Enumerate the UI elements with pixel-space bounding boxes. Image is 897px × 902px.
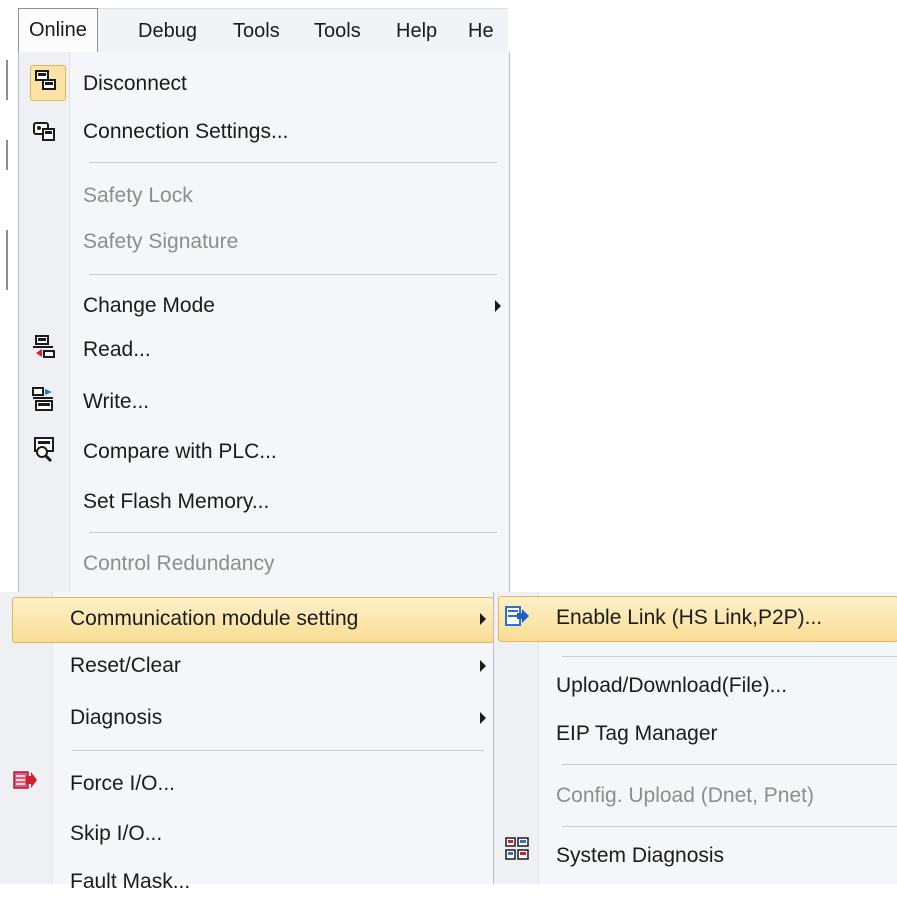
- menu-item-compare-with-plc[interactable]: Compare with PLC...: [83, 432, 483, 472]
- menu-item-control-redundancy: Control Redundancy: [83, 544, 483, 584]
- menu-item-label: Fault Mask...: [70, 870, 191, 893]
- menu-item-disconnect[interactable]: Disconnect: [83, 64, 483, 104]
- menu-item-label: Skip I/O...: [70, 822, 163, 845]
- menu-item-label: Force I/O...: [70, 772, 176, 795]
- menu-item-label: Enable Link (HS Link,P2P)...: [556, 606, 823, 629]
- system-diagnosis-icon: [505, 837, 529, 860]
- submenu-item-system-diagnosis[interactable]: System Diagnosis: [556, 836, 896, 876]
- compare-icon: [34, 437, 54, 462]
- menu-item-label: Safety Lock: [83, 184, 193, 207]
- menu-item-safety-lock: Safety Lock: [83, 176, 483, 216]
- read-icon: [33, 335, 55, 358]
- menu-item-communication-module-setting[interactable]: Communication module setting: [70, 599, 490, 639]
- menu-separator: [562, 656, 897, 657]
- window-edge: [6, 60, 8, 100]
- menu-item-label: Communication module setting: [70, 607, 359, 630]
- submenu-item-eip-tag-manager[interactable]: EIP Tag Manager: [556, 714, 896, 754]
- submenu-arrow-icon: [480, 660, 486, 672]
- menu-item-diagnosis[interactable]: Diagnosis: [70, 698, 490, 738]
- menu-item-label: Disconnect: [83, 72, 187, 95]
- menu-item-write[interactable]: Write...: [83, 382, 483, 422]
- connection-settings-icon: [33, 122, 55, 141]
- menu-item-label: Safety Signature: [83, 230, 239, 253]
- menu-separator: [89, 274, 497, 275]
- menu-item-label: Reset/Clear: [70, 654, 181, 677]
- menu-item-connection-settings[interactable]: Connection Settings...: [83, 112, 483, 152]
- menu-separator: [72, 750, 484, 751]
- menu-separator: [562, 764, 897, 765]
- menu-help[interactable]: Help: [386, 9, 447, 53]
- submenu-item-config-upload: Config. Upload (Dnet, Pnet): [556, 776, 896, 816]
- menu-he[interactable]: He: [458, 9, 504, 53]
- submenu-arrow-icon: [495, 300, 501, 312]
- submenu-arrow-icon: [480, 613, 486, 625]
- menu-tools-2[interactable]: Tools: [304, 9, 371, 53]
- menu-item-fault-mask[interactable]: Fault Mask...: [70, 862, 490, 902]
- menu-item-skip-io[interactable]: Skip I/O...: [70, 814, 490, 854]
- menu-item-label: Control Redundancy: [83, 552, 275, 575]
- menu-item-label: Upload/Download(File)...: [556, 674, 788, 697]
- communication-module-submenu: Enable Link (HS Link,P2P)... Upload/Down…: [493, 592, 897, 884]
- menu-item-label: Read...: [83, 338, 151, 361]
- window-edge: [6, 140, 8, 170]
- menu-debug[interactable]: Debug: [128, 9, 207, 53]
- submenu-item-enable-link[interactable]: Enable Link (HS Link,P2P)...: [556, 598, 896, 638]
- menu-item-label: Connection Settings...: [83, 120, 289, 143]
- menu-item-reset-clear[interactable]: Reset/Clear: [70, 646, 490, 686]
- enable-link-icon: [505, 606, 529, 626]
- menu-bar: Online Debug Tools Tools Help He: [18, 8, 508, 53]
- menu-online[interactable]: Online: [18, 8, 98, 53]
- menu-tools[interactable]: Tools: [223, 9, 290, 53]
- menu-item-change-mode[interactable]: Change Mode: [83, 286, 503, 326]
- menu-item-label: Compare with PLC...: [83, 440, 277, 463]
- menu-separator: [89, 532, 497, 533]
- menu-item-set-flash-memory[interactable]: Set Flash Memory...: [83, 482, 483, 522]
- menu-item-safety-signature: Safety Signature: [83, 222, 483, 262]
- window-edge: [6, 230, 8, 290]
- write-icon: [32, 387, 53, 411]
- disconnect-icon: [35, 70, 56, 90]
- menu-item-label: Change Mode: [83, 294, 215, 317]
- menu-separator: [562, 826, 897, 827]
- menu-separator: [89, 162, 497, 163]
- online-menu-lower: Communication module setting Reset/Clear…: [0, 592, 495, 893]
- menu-item-label: Config. Upload (Dnet, Pnet): [556, 784, 814, 807]
- menu-item-label: EIP Tag Manager: [556, 722, 718, 745]
- menu-item-read[interactable]: Read...: [83, 330, 483, 370]
- menu-item-label: Write...: [83, 390, 150, 413]
- menu-item-label: Set Flash Memory...: [83, 490, 270, 513]
- submenu-arrow-icon: [480, 712, 486, 724]
- submenu-item-upload-download[interactable]: Upload/Download(File)...: [556, 666, 896, 706]
- force-io-icon: [13, 771, 37, 789]
- menu-item-label: System Diagnosis: [556, 844, 725, 867]
- menu-item-force-io[interactable]: Force I/O...: [70, 764, 490, 804]
- menu-item-label: Diagnosis: [70, 706, 163, 729]
